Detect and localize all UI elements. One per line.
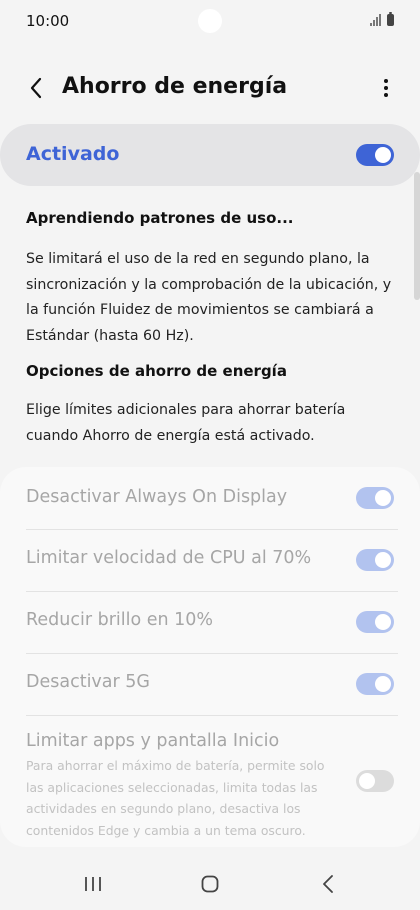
app-bar: Ahorro de energía [0, 62, 420, 114]
master-switch-row[interactable]: Activado [0, 124, 420, 186]
option-description: Para ahorrar el máximo de batería, permi… [26, 758, 325, 838]
recents-icon [85, 877, 101, 891]
nav-back-icon [323, 875, 333, 893]
option-toggle-cpu[interactable] [356, 549, 394, 571]
home-button[interactable] [190, 868, 230, 900]
status-time: 10:00 [26, 12, 70, 30]
recents-button[interactable] [73, 868, 113, 900]
options-heading: Opciones de ahorro de energía [26, 362, 287, 380]
option-label: Limitar apps y pantalla Inicio [26, 731, 280, 751]
battery-icon [387, 12, 394, 26]
option-toggle-brightness[interactable] [356, 611, 394, 633]
nav-back-button[interactable] [308, 868, 348, 900]
option-row-limit-apps[interactable]: Limitar apps y pantalla Inicio Para ahor… [0, 715, 420, 843]
more-vert-icon [384, 79, 388, 97]
option-label: Desactivar 5G [26, 672, 150, 692]
option-row-brightness[interactable]: Reducir brillo en 10% [0, 591, 420, 653]
option-label: Desactivar Always On Display [26, 487, 288, 507]
option-row-cpu[interactable]: Limitar velocidad de CPU al 70% [0, 529, 420, 591]
option-label: Reducir brillo en 10% [26, 610, 214, 630]
option-toggle-5g[interactable] [356, 673, 394, 695]
chevron-left-icon [30, 77, 42, 99]
master-toggle[interactable] [356, 144, 394, 166]
status-icons [370, 12, 394, 26]
option-toggle-aod[interactable] [356, 487, 394, 509]
options-text: Elige límites adicionales para ahorrar b… [26, 402, 346, 444]
master-switch-label: Activado [26, 143, 120, 165]
page-title: Ahorro de energía [62, 74, 288, 99]
back-button[interactable] [18, 68, 54, 108]
option-label: Limitar velocidad de CPU al 70% [26, 548, 312, 568]
home-icon [201, 875, 219, 893]
learning-text: Se limitará el uso de la red en segundo … [26, 251, 392, 344]
option-row-aod[interactable]: Desactivar Always On Display [0, 467, 420, 529]
option-toggle-limit-apps[interactable] [356, 770, 394, 792]
options-card: Desactivar Always On Display Limitar vel… [0, 467, 420, 847]
learning-heading: Aprendiendo patrones de uso... [26, 209, 294, 227]
signal-icon [370, 14, 381, 26]
camera-cutout [198, 9, 222, 33]
more-options-button[interactable] [372, 70, 400, 106]
navigation-bar [0, 858, 420, 910]
status-bar: 10:00 [0, 0, 420, 44]
scroll-indicator[interactable] [414, 172, 420, 300]
option-row-5g[interactable]: Desactivar 5G [0, 653, 420, 715]
